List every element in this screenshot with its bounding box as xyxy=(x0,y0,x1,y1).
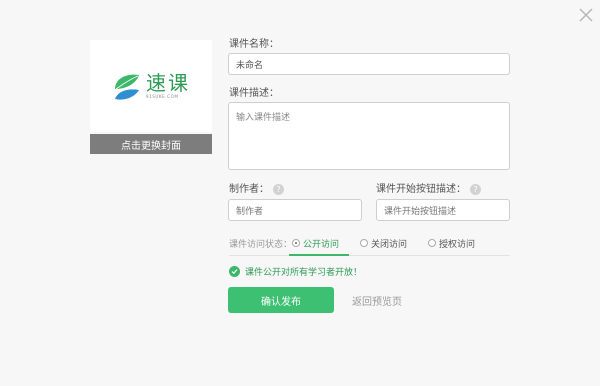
confirm-publish-button[interactable]: 确认发布 xyxy=(228,287,334,313)
status-message: 课件公开对所有学习者开放！ xyxy=(229,264,362,278)
name-value: 未命名 xyxy=(236,60,264,71)
radio-icon xyxy=(428,239,437,247)
radio-icon xyxy=(292,239,301,247)
button-desc-label-row: 课件开始按钮描述：? xyxy=(376,180,481,195)
author-input[interactable]: 制作者 xyxy=(228,199,362,221)
logo: 速课 91SUKE.COM xyxy=(112,69,190,103)
status-text: 课件公开对所有学习者开放！ xyxy=(245,267,363,278)
cover-image: 速课 91SUKE.COM xyxy=(90,40,212,132)
radio-authorized[interactable]: 授权访问 xyxy=(428,237,475,250)
change-cover-button[interactable]: 点击更换封面 xyxy=(90,134,212,154)
button-desc-placeholder: 课件开始按钮描述 xyxy=(384,206,457,217)
access-label: 课件访问状态： xyxy=(229,239,293,250)
name-input[interactable]: 未命名 xyxy=(228,53,510,75)
logo-text: 速课 xyxy=(146,71,190,95)
close-icon xyxy=(579,8,593,22)
logo-url: 91SUKE.COM xyxy=(146,94,179,99)
desc-textarea[interactable]: 输入课件描述 xyxy=(228,102,510,170)
name-label: 课件名称： xyxy=(229,39,279,50)
author-placeholder: 制作者 xyxy=(236,206,264,217)
check-icon xyxy=(229,265,240,277)
cover-panel: 速课 91SUKE.COM 点击更换封面 xyxy=(90,40,212,154)
radio-closed[interactable]: 关闭访问 xyxy=(360,237,407,250)
author-label: 制作者： xyxy=(229,184,269,195)
button-desc-label: 课件开始按钮描述： xyxy=(376,184,466,195)
author-label-row: 制作者：? xyxy=(229,180,284,195)
author-help-icon[interactable]: ? xyxy=(273,183,284,195)
leaf-logo-icon xyxy=(115,74,139,100)
radio-authorized-label: 授权访问 xyxy=(439,239,476,250)
close-button[interactable] xyxy=(575,4,597,26)
access-divider xyxy=(229,255,510,256)
radio-icon xyxy=(360,239,369,247)
access-row: 课件访问状态： 公开访问 关闭访问 授权访问 xyxy=(229,236,510,250)
button-desc-help-icon[interactable]: ? xyxy=(470,183,481,195)
radio-public[interactable]: 公开访问 xyxy=(292,237,339,250)
radio-closed-label: 关闭访问 xyxy=(371,239,408,250)
back-to-preview-link[interactable]: 返回预览页 xyxy=(352,293,402,308)
radio-public-label: 公开访问 xyxy=(303,239,340,250)
button-desc-input[interactable]: 课件开始按钮描述 xyxy=(376,199,510,221)
desc-label: 课件描述： xyxy=(229,88,279,99)
desc-placeholder: 输入课件描述 xyxy=(236,113,291,123)
access-active-indicator xyxy=(289,254,349,256)
